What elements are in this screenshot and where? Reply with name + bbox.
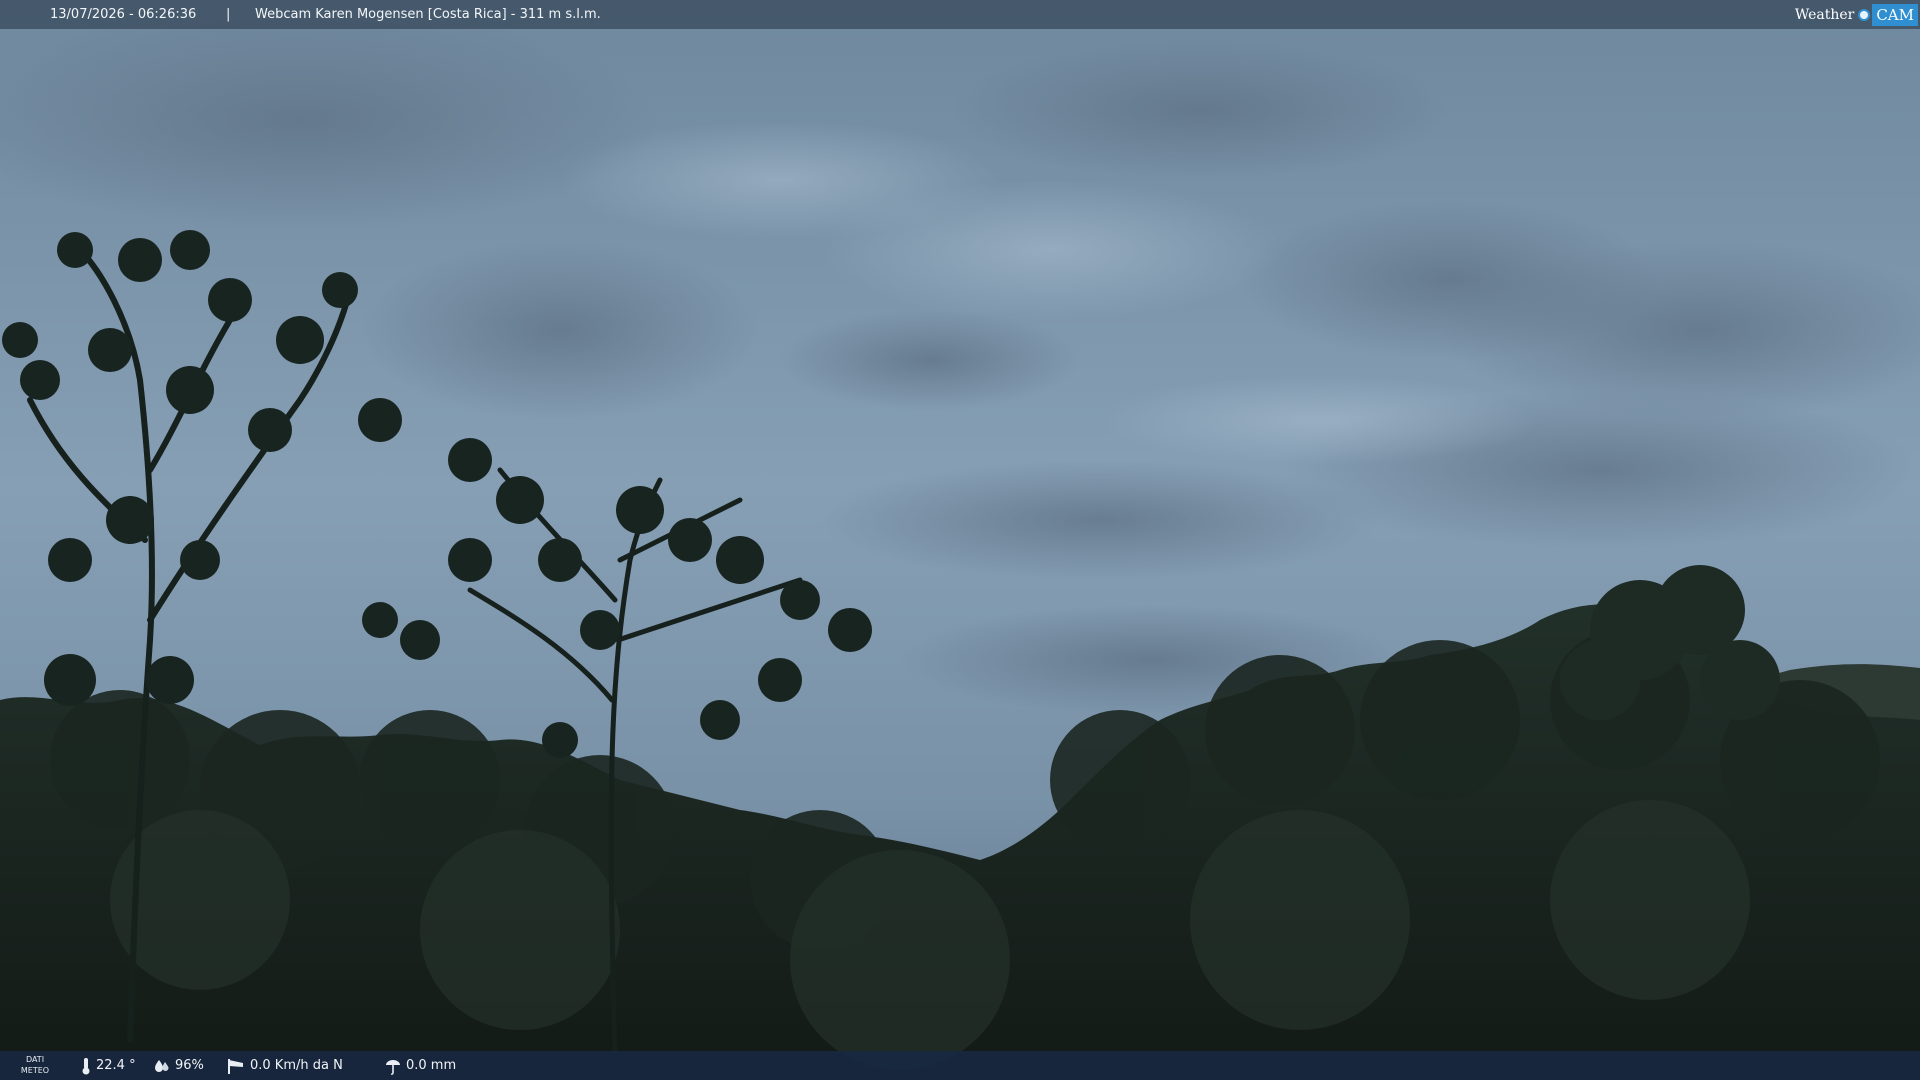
dati-meteo-label: DATI METEO	[14, 1054, 56, 1076]
wind-value: 0.0 Km/h da N	[250, 1058, 343, 1073]
windsock-icon	[228, 1058, 243, 1074]
rain-reading: 0.0 mm	[384, 1051, 456, 1080]
temperature-value: 22.4 °	[96, 1058, 136, 1073]
rain-value: 0.0 mm	[406, 1058, 457, 1073]
weather-data-bar: DATI METEO 22.4 ° 96% 0.0 Km/h da N 0.0 …	[0, 1051, 1920, 1080]
humidity-value: 96%	[175, 1058, 204, 1073]
humidity-reading: 96%	[153, 1051, 204, 1080]
logo-globe-icon	[1858, 8, 1871, 21]
title-separator: |	[226, 7, 231, 22]
dati-label-line1: DATI	[25, 1055, 45, 1064]
thermometer-icon	[82, 1057, 90, 1074]
water-drop-icon	[155, 1059, 169, 1072]
weathercam-logo[interactable]: Weather CAM	[1795, 0, 1920, 29]
logo-weather-text: Weather	[1794, 6, 1855, 23]
dati-label-line2: METEO	[20, 1066, 50, 1075]
timestamp: 13/07/2026 - 06:26:36	[50, 7, 197, 22]
rain-gauge-icon	[386, 1059, 400, 1075]
logo-cam-text: CAM	[1872, 3, 1918, 26]
webcam-frame: 13/07/2026 - 06:26:36 | Webcam Karen Mog…	[0, 0, 1920, 1080]
top-info-bar: 13/07/2026 - 06:26:36 | Webcam Karen Mog…	[0, 0, 1920, 29]
temperature-reading: 22.4 °	[80, 1051, 136, 1080]
webcam-title: Webcam Karen Mogensen [Costa Rica] - 311…	[255, 7, 601, 22]
wind-reading: 0.0 Km/h da N	[226, 1051, 343, 1080]
webcam-image	[0, 0, 1920, 1080]
